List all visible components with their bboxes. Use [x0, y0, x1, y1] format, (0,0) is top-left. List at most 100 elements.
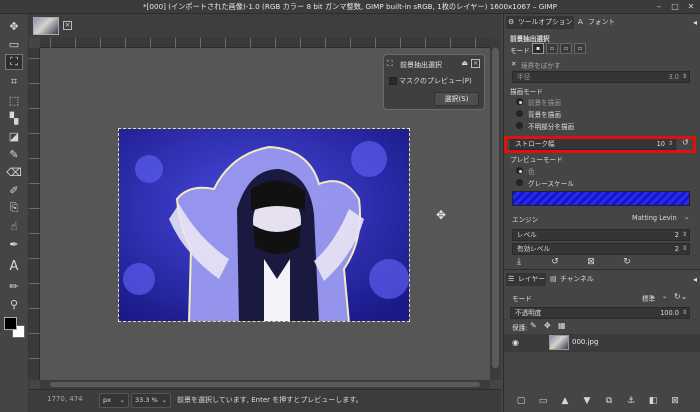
- tab-channels[interactable]: ▤ チャンネル: [548, 273, 598, 286]
- transform-tool-icon[interactable]: ⬚: [5, 92, 23, 108]
- radio-preview-grayscale[interactable]: [516, 179, 523, 186]
- dock-menu-icon[interactable]: ◂: [693, 18, 697, 27]
- close-dialog-icon[interactable]: ×: [471, 59, 480, 68]
- smudge-tool-icon[interactable]: ☝: [5, 218, 23, 234]
- foreground-color-swatch[interactable]: [4, 317, 17, 330]
- foreground-select-dialog: ⛶ 前景抽出選択 ⏏ × マスクのプレビュー(P) 選択(S): [383, 54, 485, 110]
- move-cursor-icon: ✥: [436, 208, 447, 222]
- vertical-ruler: [29, 48, 40, 380]
- radio-draw-unknown[interactable]: [516, 122, 523, 129]
- chevron-down-icon[interactable]: ⌄: [662, 292, 668, 300]
- horizontal-scrollbar[interactable]: [40, 380, 490, 389]
- eraser-tool-icon[interactable]: ⌫: [5, 164, 23, 180]
- airbrush-tool-icon[interactable]: ✐: [5, 182, 23, 198]
- paintbrush-tool-icon[interactable]: ✎: [5, 146, 23, 162]
- layer-mode-label: モード: [512, 295, 532, 303]
- save-options-icon[interactable]: ⤓: [508, 257, 530, 267]
- new-layer-icon[interactable]: ▢: [510, 396, 532, 406]
- radio-draw-background[interactable]: [516, 110, 523, 117]
- toolbox: ✥ ▭ ⛶ ⌗ ⬚ ▚ ◪ ✎ ⌫ ✐ ⎘ ☝ ✒ A ✏ ⚲: [0, 14, 29, 412]
- tool-options-title: 前景抽出選択: [510, 35, 550, 43]
- lock-pixels-icon[interactable]: ✎: [530, 321, 537, 330]
- text-tool-icon[interactable]: A: [5, 258, 23, 274]
- foreground-select-tool-icon[interactable]: ⛶: [5, 54, 23, 70]
- units-select[interactable]: px ⌄: [99, 393, 129, 408]
- anchor-layer-icon[interactable]: ⚓: [620, 396, 642, 406]
- color-picker-tool-icon[interactable]: ✏: [5, 278, 23, 294]
- chevron-down-icon: ⌄: [119, 396, 125, 404]
- layer-row[interactable]: ◉ 000.jpg: [504, 334, 700, 352]
- layer-mode-value[interactable]: 標準: [642, 293, 655, 303]
- pin-icon[interactable]: ⏏: [461, 59, 468, 67]
- move-tool-icon[interactable]: ✥: [5, 18, 23, 34]
- dock-menu-icon[interactable]: ◂: [693, 275, 697, 284]
- layers-icon: ☰: [508, 275, 515, 283]
- lock-position-icon[interactable]: ✥: [544, 321, 551, 330]
- tab-layers[interactable]: ☰ レイヤー: [506, 273, 546, 286]
- tab-tool-options[interactable]: ⚙ ツールオプション: [506, 16, 574, 29]
- mode-subtract-icon[interactable]: ▫: [560, 43, 572, 54]
- mask-layer-icon[interactable]: ◧: [642, 396, 664, 406]
- bucket-fill-tool-icon[interactable]: ◪: [5, 128, 23, 144]
- layer-name[interactable]: 000.jpg: [572, 338, 598, 346]
- select-button[interactable]: 選択(S): [434, 92, 479, 106]
- lock-alpha-icon[interactable]: ▦: [558, 321, 566, 330]
- close-window-icon[interactable]: ✕: [686, 2, 696, 12]
- image-preview[interactable]: [118, 128, 410, 322]
- restore-options-icon[interactable]: ↺: [544, 257, 566, 267]
- composite-mode-icon[interactable]: ↻⌄: [674, 292, 687, 301]
- raise-layer-icon[interactable]: ▲: [554, 396, 576, 406]
- crop-tool-icon[interactable]: ⌗: [5, 74, 23, 90]
- spin-icon: ⇕: [681, 73, 687, 80]
- close-image-icon[interactable]: ×: [63, 21, 72, 30]
- zoom-tool-icon[interactable]: ⚲: [5, 296, 23, 312]
- zoom-select[interactable]: 33.3 % ⌄: [131, 393, 171, 408]
- lower-layer-icon[interactable]: ▼: [576, 396, 598, 406]
- warp-tool-icon[interactable]: ▚: [5, 110, 23, 126]
- tab-fonts[interactable]: A フォント: [576, 16, 622, 29]
- draw-mode-label: 描画モード: [510, 88, 543, 96]
- mask-preview-checkbox[interactable]: [389, 77, 397, 85]
- clone-tool-icon[interactable]: ⎘: [5, 200, 23, 216]
- preview-mode-label: プレビューモード: [510, 156, 563, 164]
- level-value: 2: [674, 231, 679, 239]
- image-tab-thumbnail[interactable]: [33, 17, 59, 35]
- opacity-value: 100.0: [660, 309, 679, 317]
- preview-option-label: 色: [528, 168, 535, 176]
- image-canvas[interactable]: ⛶ 前景抽出選択 ⏏ × マスクのプレビュー(P) 選択(S) ✥: [40, 48, 490, 380]
- font-icon: A: [578, 18, 583, 26]
- preview-color-swatch[interactable]: [512, 191, 690, 206]
- opacity-field[interactable]: 不透明度 100.0 ⇕: [510, 307, 690, 319]
- feather-checkbox[interactable]: ✕: [511, 60, 517, 68]
- mode-replace-icon[interactable]: ▪: [532, 43, 544, 54]
- draw-option-label: 不明部分を描画: [528, 123, 575, 131]
- duplicate-layer-icon[interactable]: ⧉: [598, 396, 620, 406]
- radius-field[interactable]: 半径 3.0 ⇕: [512, 71, 690, 83]
- gimp-window: *[000] (インポートされた画像)-1.0 (RGB カラー 8 bit ガ…: [0, 0, 700, 412]
- chevron-down-icon[interactable]: ⌄: [684, 213, 690, 221]
- mode-add-icon[interactable]: ▫: [546, 43, 558, 54]
- level-field[interactable]: レベル 2 ⇕: [512, 229, 690, 241]
- draw-option-label: 背景を描画: [528, 111, 561, 119]
- pointer-coords: 1770, 474: [47, 395, 83, 403]
- rect-select-tool-icon[interactable]: ▭: [5, 36, 23, 52]
- vertical-scrollbar[interactable]: [490, 38, 501, 380]
- maximize-icon[interactable]: □: [670, 2, 680, 12]
- active-level-field[interactable]: 有効レベル 2 ⇕: [512, 243, 690, 255]
- engine-value[interactable]: Matting Levin: [632, 214, 677, 222]
- paths-tool-icon[interactable]: ✒: [5, 236, 23, 252]
- lock-label: 保護:: [512, 324, 528, 332]
- delete-options-icon[interactable]: ⊠: [580, 257, 602, 267]
- radio-preview-color[interactable]: [516, 167, 523, 174]
- new-group-icon[interactable]: ▭: [532, 396, 554, 406]
- visibility-eye-icon[interactable]: ◉: [512, 338, 519, 347]
- reset-options-icon[interactable]: ↻: [616, 257, 638, 267]
- delete-layer-icon[interactable]: ⊠: [664, 396, 686, 406]
- layer-thumbnail: [549, 335, 569, 350]
- horizontal-ruler: [40, 38, 490, 48]
- minimize-icon[interactable]: –: [654, 2, 664, 12]
- mode-intersect-icon[interactable]: ▫: [574, 43, 586, 54]
- radio-draw-foreground[interactable]: [516, 98, 523, 105]
- chevron-down-icon: ⌄: [161, 396, 167, 404]
- fg-bg-colors[interactable]: [4, 317, 26, 339]
